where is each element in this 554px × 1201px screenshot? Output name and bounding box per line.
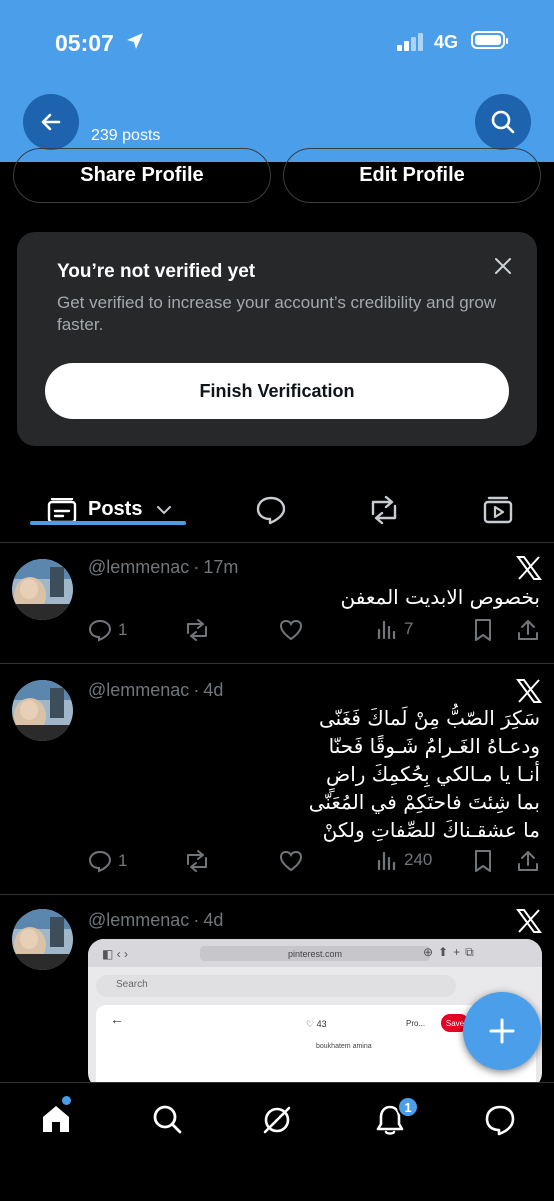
messages-icon[interactable] — [483, 1103, 517, 1137]
compose-button[interactable] — [463, 992, 541, 1070]
x-logo-icon — [516, 556, 542, 580]
finish-verification-button[interactable]: Finish Verification — [45, 363, 509, 419]
reply-button[interactable]: 1 — [88, 849, 127, 873]
views-icon — [377, 620, 396, 640]
avatar[interactable] — [12, 909, 73, 970]
arrow-left-icon — [41, 113, 61, 131]
x-logo-icon — [516, 909, 542, 933]
avatar-image — [12, 559, 73, 620]
pin-likes: ♡ 43 — [306, 1019, 327, 1029]
grok-icon[interactable] — [260, 1103, 294, 1137]
search-icon — [491, 110, 515, 134]
poem-line: سَكِرَ الصّبُّ مِنْ لَماكَ فَغَنّى — [319, 706, 540, 730]
poem-line: ودعـاهُ الغَـرامُ شَـوقًا فَحنّا — [328, 734, 540, 758]
tweet-meta: @lemmenac · 17m — [88, 557, 238, 578]
bottom-nav: 1 — [0, 1082, 554, 1201]
avatar-image — [12, 909, 73, 970]
like-icon[interactable] — [279, 849, 303, 873]
tab-posts[interactable]: Posts — [30, 482, 186, 542]
search-icon[interactable] — [151, 1103, 183, 1135]
home-icon[interactable] — [40, 1103, 72, 1135]
plus-icon — [489, 1018, 515, 1044]
views-count: 240 — [404, 850, 433, 869]
status-time: 05:07 — [55, 30, 114, 56]
repost-icon[interactable] — [184, 618, 210, 642]
verification-description: Get verified to increase your account’s … — [57, 293, 497, 334]
location-arrow-icon — [127, 33, 143, 49]
tweet-time: 17m — [203, 557, 239, 577]
reply-icon — [88, 850, 112, 873]
reply-icon — [88, 619, 112, 642]
bookmark-icon[interactable] — [472, 618, 494, 642]
share-icon[interactable] — [516, 618, 540, 642]
avatar-image — [12, 680, 73, 741]
pin-back-icon: ← — [110, 1011, 124, 1027]
pin-profile-menu: Pro... — [406, 1019, 426, 1028]
tweet-text: بخصوص الابديت المعفن — [340, 585, 540, 609]
tab-posts-label: Posts — [88, 498, 143, 520]
close-icon[interactable] — [493, 256, 513, 276]
poem-line: أنـا يا مـالكي بِحُكمِكَ راضٍ — [326, 762, 540, 786]
share-profile-button[interactable]: Share Profile — [13, 148, 271, 203]
reposts-tab-icon[interactable] — [367, 494, 401, 526]
browser-url: pinterest.com — [200, 946, 430, 961]
like-icon[interactable] — [279, 618, 303, 642]
bookmark-icon[interactable] — [472, 849, 494, 873]
browser-nav-icon: ◧ ‹ › — [102, 947, 128, 961]
tweet-actions: 1 7 — [88, 618, 540, 648]
poem-line: بما شِئتَ فاحتَكِمْ في المُعَنّى — [308, 790, 540, 814]
post-count: 239 posts — [91, 127, 161, 144]
tweet[interactable]: @lemmenac · 4d سَكِرَ الصّبُّ مِنْ لَماكَ … — [0, 664, 554, 895]
verification-title: You’re not verified yet — [57, 261, 256, 282]
poem-line: ما عشقـناكَ للصِّفاتِ ولكنْ — [322, 818, 540, 842]
home-unread-dot — [62, 1096, 71, 1105]
network-type: 4G — [434, 32, 459, 52]
tweet-actions: 1 240 — [88, 849, 540, 879]
tweet-meta: @lemmenac · 4d — [88, 680, 223, 701]
views-button[interactable]: 240 — [376, 849, 432, 871]
notification-badge: 1 — [397, 1096, 419, 1118]
views-icon — [377, 851, 396, 871]
pinterest-search-placeholder: Search — [116, 979, 148, 990]
active-tab-indicator — [30, 521, 186, 525]
pinterest-search-bar: Search — [96, 975, 456, 997]
browser-controls-icon: ⊕⬆+⧉ — [423, 945, 479, 959]
profile-tabs: Posts — [0, 482, 554, 543]
browser-toolbar: pinterest.com ◧ ‹ › ⊕⬆+⧉ — [88, 939, 542, 967]
search-button[interactable] — [475, 94, 531, 150]
meta-separator: · — [193, 910, 200, 930]
tweet-handle[interactable]: @lemmenac — [88, 557, 189, 577]
views-button[interactable]: 7 — [376, 618, 413, 640]
pin-likes-count: 43 — [316, 1019, 327, 1029]
media-tab-icon[interactable] — [482, 494, 514, 526]
header-bar: 05:07 4G 239 posts — [0, 0, 554, 162]
tweet-poem: سَكِرَ الصّبُّ مِنْ لَماكَ فَغَنّى ودعـا… — [309, 704, 540, 844]
tweet[interactable]: @lemmenac · 17m بخصوص الابديت المعفن 1 7 — [0, 543, 554, 664]
reply-button[interactable]: 1 — [88, 618, 127, 642]
reply-count: 1 — [118, 620, 128, 639]
meta-separator: · — [193, 557, 200, 577]
battery-icon — [471, 31, 508, 49]
chevron-down-icon[interactable] — [156, 504, 172, 516]
replies-tab-icon[interactable] — [255, 494, 287, 526]
tweet-handle[interactable]: @lemmenac — [88, 680, 189, 700]
tweet-time: 4d — [203, 680, 224, 700]
pin-username: boukhatem amina — [316, 1043, 372, 1050]
repost-icon[interactable] — [184, 849, 210, 873]
back-button[interactable] — [23, 94, 79, 150]
tweet-handle[interactable]: @lemmenac — [88, 910, 189, 930]
avatar[interactable] — [12, 680, 73, 741]
x-logo-icon — [516, 679, 542, 703]
signal-bars-icon — [397, 33, 423, 51]
reply-count: 1 — [118, 851, 128, 870]
meta-separator: · — [193, 680, 200, 700]
verification-card: You’re not verified yet Get verified to … — [17, 232, 537, 446]
views-count: 7 — [404, 619, 414, 638]
tweet-time: 4d — [203, 910, 224, 930]
edit-profile-button[interactable]: Edit Profile — [283, 148, 541, 203]
tweet-meta: @lemmenac · 4d — [88, 910, 223, 931]
avatar[interactable] — [12, 559, 73, 620]
share-icon[interactable] — [516, 849, 540, 873]
